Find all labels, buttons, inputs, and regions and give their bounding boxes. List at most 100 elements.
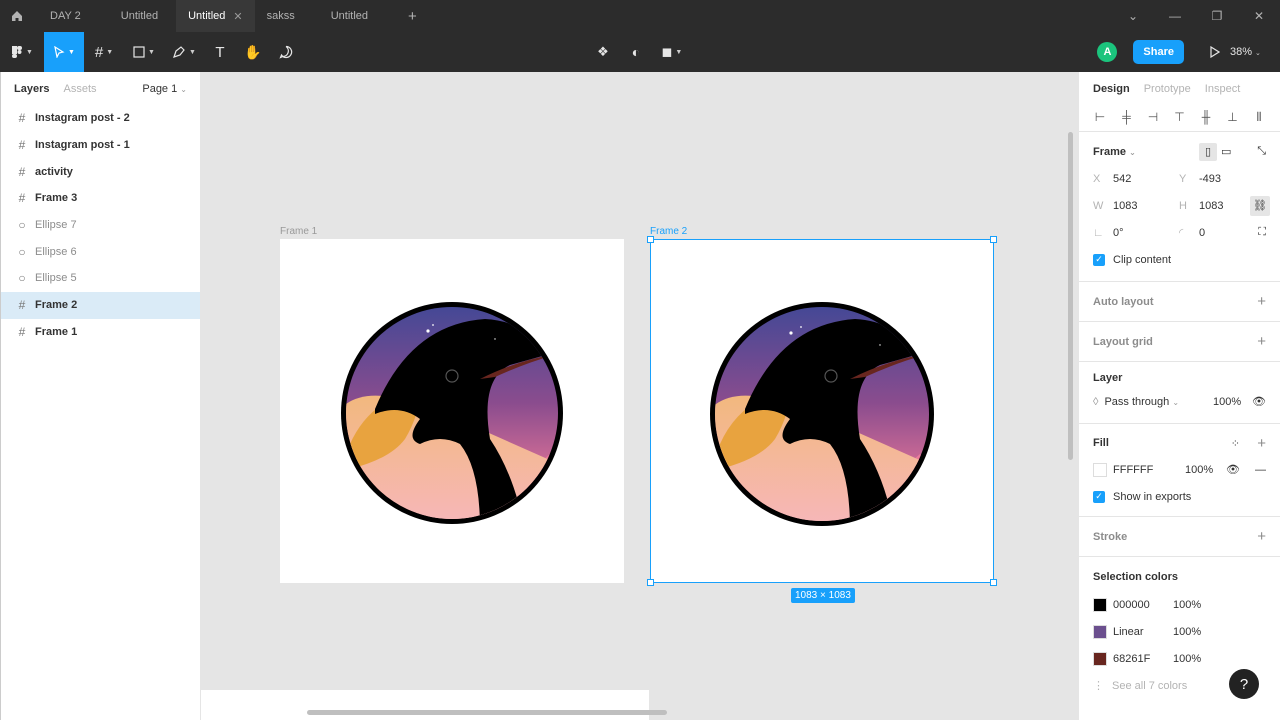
corner-radius-field[interactable]: 0 <box>1199 227 1265 239</box>
selection-color-row: Linear 100% <box>1079 618 1280 645</box>
tab-layers[interactable]: Layers <box>14 83 49 95</box>
blend-mode-dropdown[interactable]: Pass through ⌄ <box>1104 396 1179 408</box>
color-swatch[interactable] <box>1093 597 1107 612</box>
boolean-button[interactable]: ◼ ▼ <box>656 32 688 72</box>
text-tool-button[interactable]: T <box>204 32 236 72</box>
color-opacity[interactable]: 100% <box>1173 653 1201 665</box>
fill-opacity-field[interactable]: 100% <box>1185 464 1213 476</box>
width-field[interactable]: 1083 <box>1113 200 1179 212</box>
resize-handle-bl[interactable] <box>647 579 654 586</box>
align-left-icon[interactable]: ⊢ <box>1093 110 1107 124</box>
share-button[interactable]: Share <box>1133 40 1184 64</box>
color-name[interactable]: 68261F <box>1113 653 1173 665</box>
constrain-proportions-icon[interactable]: ⛓ <box>1250 195 1270 216</box>
layer-item[interactable]: # Frame 3 <box>1 185 200 212</box>
show-in-exports-checkbox[interactable]: ✓ <box>1093 490 1105 503</box>
landscape-icon[interactable]: ▭ <box>1221 145 1231 158</box>
frame-1-label[interactable]: Frame 1 <box>280 226 317 237</box>
move-tool-button[interactable]: ▼ <box>44 32 84 72</box>
fill-hex-field[interactable]: FFFFFF <box>1113 464 1185 476</box>
clip-content-checkbox[interactable]: ✓ <box>1093 253 1105 266</box>
fill-swatch[interactable] <box>1093 462 1107 477</box>
help-button[interactable]: ? <box>1229 669 1259 699</box>
color-name[interactable]: 000000 <box>1113 599 1173 611</box>
layer-item[interactable]: # Frame 1 <box>1 319 200 346</box>
minimize-icon[interactable]: — <box>1154 9 1196 23</box>
resize-handle-br[interactable] <box>990 579 997 586</box>
horizontal-scrollbar[interactable] <box>307 710 667 715</box>
canvas[interactable]: Frame 1 Frame 2 1083 × 1083 <box>201 72 1078 720</box>
resize-handle-tr[interactable] <box>990 236 997 243</box>
align-top-icon[interactable]: ⊤ <box>1173 110 1187 124</box>
layer-item[interactable]: ○ Ellipse 5 <box>1 265 200 292</box>
align-right-icon[interactable]: ⊣ <box>1146 110 1160 124</box>
rotation-field[interactable]: 0° <box>1113 227 1179 239</box>
layer-item[interactable]: # Instagram post - 1 <box>1 132 200 159</box>
distribute-icon[interactable]: ⫴ <box>1252 110 1266 125</box>
window-close-icon[interactable]: ✕ <box>1238 9 1280 23</box>
frame-2-label[interactable]: Frame 2 <box>650 226 687 237</box>
tab-untitled-1[interactable]: Untitled <box>109 0 170 32</box>
tab-untitled-active[interactable]: Untitled ✕ <box>176 0 255 32</box>
add-tab-icon[interactable]: + <box>408 8 417 25</box>
align-center-h-icon[interactable]: ╪ <box>1120 110 1134 124</box>
layer-item[interactable]: ○ Ellipse 7 <box>1 212 200 239</box>
zoom-dropdown[interactable]: 38% ⌄ <box>1230 46 1280 58</box>
avatar[interactable]: A <box>1097 42 1118 62</box>
tab-prototype[interactable]: Prototype <box>1144 83 1191 95</box>
add-stroke-icon[interactable]: + <box>1257 528 1266 545</box>
tab-assets[interactable]: Assets <box>63 83 96 95</box>
frame-1[interactable] <box>280 239 624 583</box>
color-opacity[interactable]: 100% <box>1173 626 1201 638</box>
shape-tool-button[interactable]: ▼ <box>124 32 164 72</box>
eye-icon[interactable]: 👁 <box>1252 395 1266 408</box>
selection-colors-list: 000000 100% Linear 100% 68261F 100% <box>1079 591 1280 672</box>
tab-untitled-3[interactable]: Untitled <box>319 0 380 32</box>
home-icon[interactable] <box>0 0 34 32</box>
add-fill-icon[interactable]: + <box>1257 435 1266 452</box>
mask-button[interactable]: ◐ <box>616 32 656 72</box>
resize-to-fit-icon[interactable]: ⤡ <box>1257 145 1266 158</box>
contrast-icon: ◐ <box>631 44 641 60</box>
add-auto-layout-icon[interactable]: + <box>1257 293 1266 310</box>
vertical-scrollbar[interactable] <box>1068 132 1073 460</box>
main-menu-button[interactable]: ▼ <box>0 32 44 72</box>
tab-day-2[interactable]: DAY 2 <box>38 0 93 32</box>
hand-tool-button[interactable]: ✋ <box>236 32 270 72</box>
add-layout-grid-icon[interactable]: + <box>1257 333 1266 350</box>
layer-item[interactable]: # activity <box>1 158 200 185</box>
tab-sakss[interactable]: sakss <box>255 0 307 32</box>
close-icon[interactable]: ✕ <box>233 10 242 23</box>
frame-preset-dropdown[interactable]: Frame ⌄ <box>1093 146 1136 158</box>
color-opacity[interactable]: 100% <box>1173 599 1201 611</box>
tab-inspect[interactable]: Inspect <box>1205 83 1240 95</box>
restore-icon[interactable]: ❐ <box>1196 9 1238 23</box>
frame-tool-button[interactable]: # ▼ <box>84 32 124 72</box>
fill-eye-icon[interactable]: 👁 <box>1226 463 1240 476</box>
resize-handle-tl[interactable] <box>647 236 654 243</box>
align-bottom-icon[interactable]: ⊥ <box>1226 110 1240 124</box>
layer-item[interactable]: # Instagram post - 2 <box>1 105 200 132</box>
y-field[interactable]: -493 <box>1199 173 1265 185</box>
components-button[interactable]: ❖ <box>590 32 616 72</box>
page-selector[interactable]: Page 1 ⌄ <box>142 83 187 95</box>
align-center-v-icon[interactable]: ╫ <box>1199 110 1213 124</box>
pen-tool-button[interactable]: ▼ <box>164 32 204 72</box>
layer-item[interactable]: ○ Ellipse 6 <box>1 238 200 265</box>
style-grid-icon[interactable]: ⁘ <box>1231 437 1240 450</box>
tab-design[interactable]: Design <box>1093 83 1130 95</box>
comment-tool-button[interactable] <box>270 32 302 72</box>
present-button[interactable] <box>1200 32 1230 72</box>
corner-radius-icon: ◜ <box>1179 227 1184 239</box>
x-field[interactable]: 542 <box>1113 173 1179 185</box>
portrait-icon[interactable]: ▯ <box>1199 142 1217 161</box>
layer-opacity-field[interactable]: 100% <box>1213 396 1241 408</box>
toolbar-right: A Share 38% ⌄ <box>1097 32 1280 72</box>
independent-corners-icon[interactable]: ⛶ <box>1258 226 1266 239</box>
color-swatch[interactable] <box>1093 651 1107 666</box>
color-swatch[interactable] <box>1093 624 1107 639</box>
chevron-down-icon[interactable]: ⌄ <box>1112 9 1154 23</box>
color-name[interactable]: Linear <box>1113 626 1173 638</box>
remove-fill-icon[interactable]: — <box>1255 464 1266 476</box>
layer-item[interactable]: # Frame 2 <box>1 291 200 319</box>
